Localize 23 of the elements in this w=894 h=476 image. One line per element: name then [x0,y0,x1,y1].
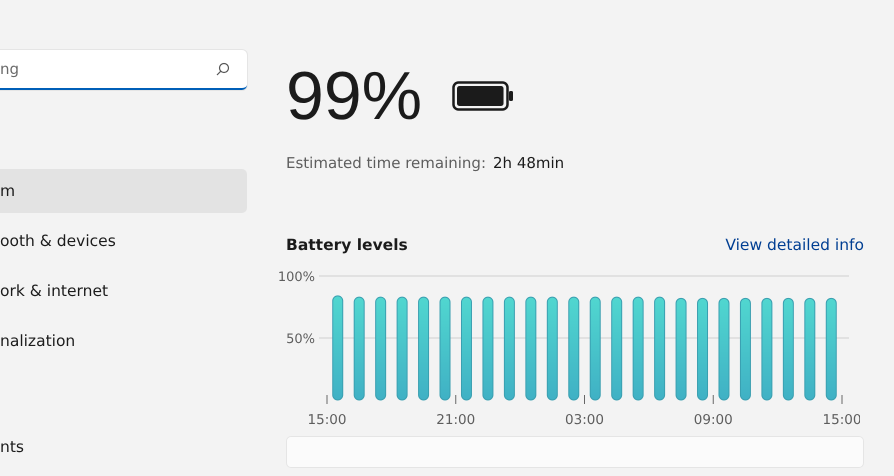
axis-label: 50% [286,332,315,347]
battery-percentage: 99% [286,57,422,136]
sidebar-item[interactable]: m [0,169,247,213]
battery-icon [452,81,514,111]
axis-label: 09:00 [694,412,733,426]
sidebar-item[interactable]: nts [0,425,247,469]
search-field[interactable]: ng [0,50,247,90]
search-icon [216,62,230,76]
axis-label: 100% [278,270,315,285]
tick-mark [455,394,456,404]
estimate-label: Estimated time remaining: [286,154,486,172]
axis-label: 21:00 [436,412,476,426]
section-title: Battery levels [286,236,408,254]
tick-mark [326,394,328,404]
axis-label: 15:00 [308,412,346,426]
sidebar-item[interactable]: ooth & devices [0,219,247,263]
detail-link[interactable]: View detailed info [725,236,864,254]
estimate-value: 2h 48min [493,154,564,172]
sidebar-item[interactable]: ork & internet [0,269,247,313]
tick-mark [584,394,585,404]
tick-mark [712,394,714,404]
axis-label: 03:00 [565,412,604,426]
sidebar-item[interactable]: nalization [0,319,247,363]
